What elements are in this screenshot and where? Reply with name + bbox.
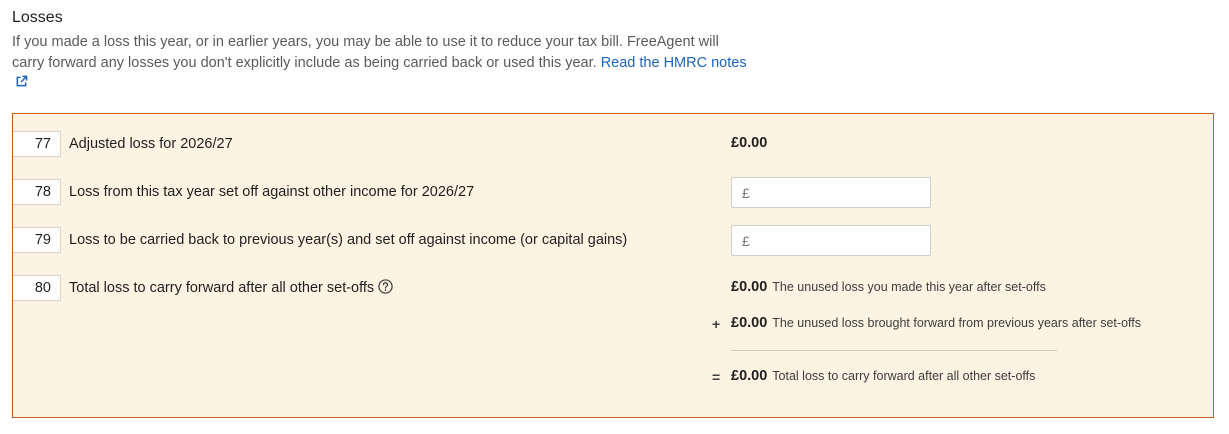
loss-carried-back-input[interactable] xyxy=(731,225,931,256)
amount-note: The unused loss you made this year after… xyxy=(772,280,1046,294)
equals-operator: = xyxy=(712,369,721,385)
box-number: 80 xyxy=(13,275,61,301)
row-label: Adjusted loss for 2026/27 xyxy=(69,136,233,152)
amount-value: £0.00 xyxy=(731,279,768,295)
plus-operator: + xyxy=(712,316,721,332)
row-label: Total loss to carry forward after all ot… xyxy=(69,275,393,301)
amount-note: Total loss to carry forward after all ot… xyxy=(772,369,1036,383)
this-year-loss: £0.00 The unused loss you made this year … xyxy=(731,279,1046,295)
row-label: Loss to be carried back to previous year… xyxy=(69,232,628,248)
row-label-text: Total loss to carry forward after all ot… xyxy=(69,280,375,296)
amount-note: The unused loss brought forward from pre… xyxy=(772,316,1141,330)
box-number: 77 xyxy=(13,131,61,157)
box-number: 79 xyxy=(13,227,61,253)
total-carry-forward: £0.00 Total loss to carry forward after a… xyxy=(731,368,1035,384)
previous-years-loss: £0.00 The unused loss brought forward fro… xyxy=(731,315,1141,331)
sum-divider xyxy=(731,350,1057,351)
losses-panel: 77 Adjusted loss for 2026/27 £0.00 78 Lo… xyxy=(12,113,1214,418)
row-label: Loss from this tax year set off against … xyxy=(69,184,475,200)
box-number: 78 xyxy=(13,179,61,205)
loss-set-off-input[interactable] xyxy=(731,177,931,208)
adjusted-loss-value: £0.00 xyxy=(731,135,768,151)
hmrc-notes-link-label: Read the HMRC notes xyxy=(600,54,747,71)
amount-value: £0.00 xyxy=(731,315,768,331)
question-circle-icon[interactable] xyxy=(378,279,393,294)
amount-value: £0.00 xyxy=(731,368,768,384)
section-intro: If you made a loss this year, or in earl… xyxy=(12,32,752,94)
external-link-icon xyxy=(16,75,28,87)
section-title: Losses xyxy=(12,9,63,26)
